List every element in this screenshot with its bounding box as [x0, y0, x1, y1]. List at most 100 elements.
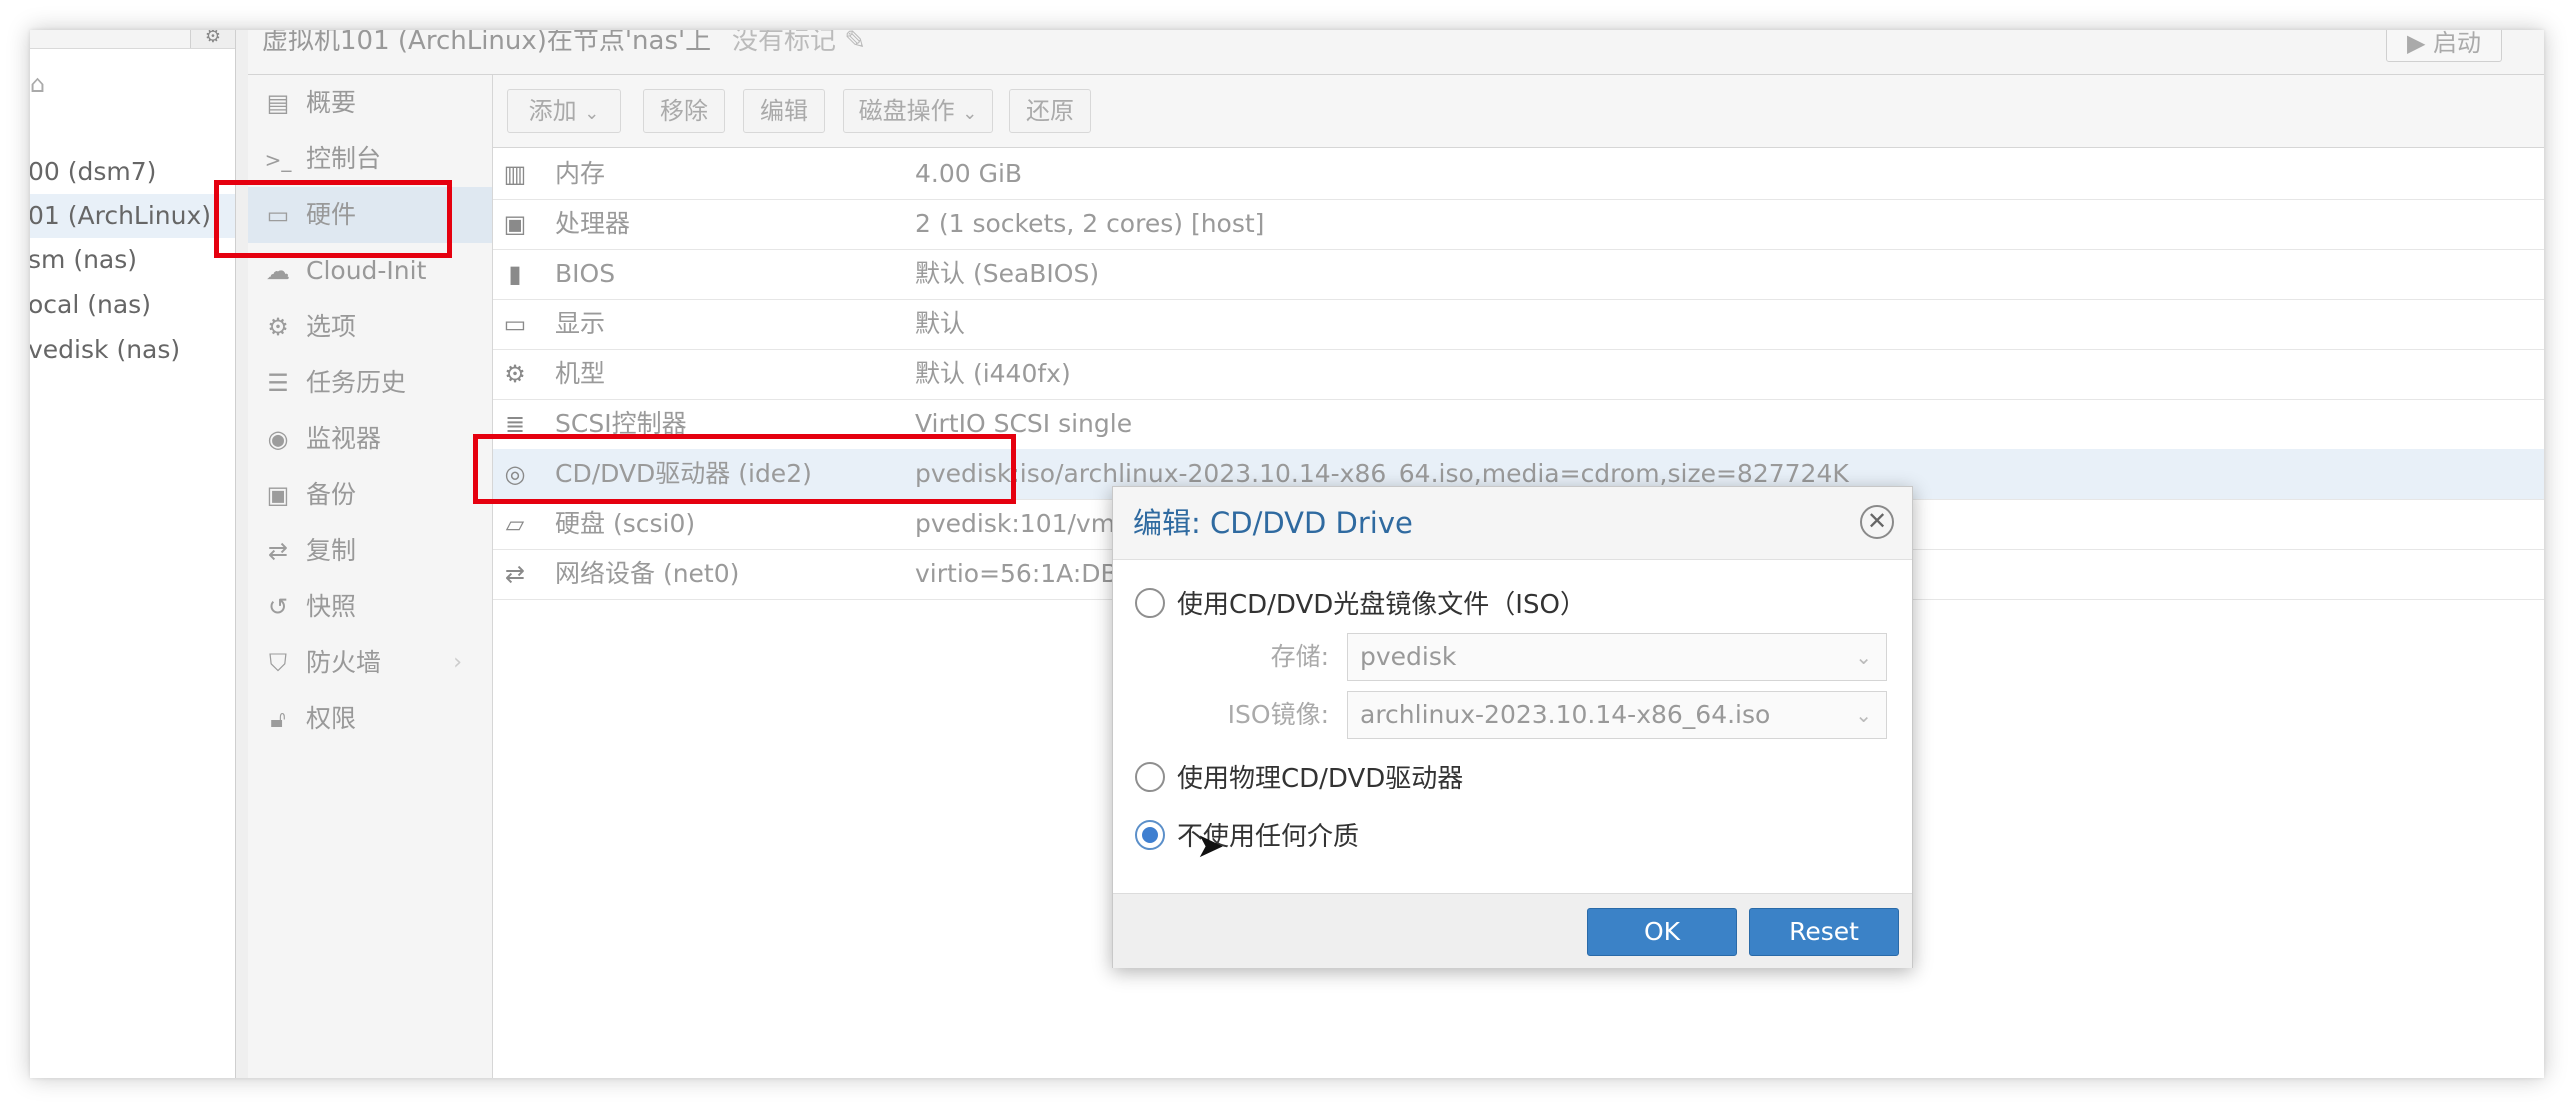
history-icon: ↺	[267, 593, 289, 621]
hw-key: BIOS	[555, 259, 616, 288]
revert-button[interactable]: 还原	[1009, 89, 1091, 133]
nav-item-hardware[interactable]: ▭ 硬件	[248, 187, 492, 243]
hw-row-display[interactable]: ▭ 显示 默认	[493, 299, 2544, 350]
hw-key: 硬盘 (scsi0)	[555, 509, 696, 538]
hw-key: 内存	[555, 159, 606, 188]
splitter[interactable]	[236, 30, 248, 1078]
hw-row-processor[interactable]: ▣ 处理器 2 (1 sockets, 2 cores) [host]	[493, 199, 2544, 250]
exchange-icon: ⇄	[504, 560, 526, 588]
retweet-icon: ⇄	[267, 537, 289, 565]
nav-label: 复制	[306, 536, 357, 565]
tree-item-storage-local[interactable]: ocal (nas)	[30, 283, 235, 327]
nav-item-snapshots[interactable]: ↺ 快照	[248, 579, 492, 635]
microchip-icon: ▮	[508, 260, 522, 288]
option-none-row[interactable]: 不使用任何介质	[1135, 817, 1359, 857]
vm-titlebar: 虚拟机101 (ArchLinux)在节点'nas'上 没有标记 ✎ ▶ 启动	[248, 30, 2544, 75]
nav-label: 概要	[306, 88, 357, 117]
cpu-icon: ▣	[503, 210, 527, 238]
storage-label: 存储:	[1270, 642, 1329, 671]
gear-icon: ⚙	[267, 313, 289, 341]
start-button[interactable]: ▶ 启动	[2386, 30, 2502, 62]
nav-item-replication[interactable]: ⇄ 复制	[248, 523, 492, 579]
hw-key: SCSI控制器	[555, 409, 687, 438]
nav-item-firewall[interactable]: ⛉ 防火墙 ›	[248, 635, 492, 691]
hw-key: 机型	[555, 359, 606, 388]
chevron-down-icon: ⌄	[962, 103, 978, 124]
vm-title: 虚拟机101 (ArchLinux)在节点'nas'上	[262, 30, 712, 56]
add-button[interactable]: 添加 ⌄	[507, 89, 621, 133]
terminal-icon: >_	[264, 148, 292, 172]
nav-item-permissions[interactable]: 🔓︎ 权限	[248, 691, 492, 747]
nav-label: 硬件	[306, 200, 357, 229]
nav-item-options[interactable]: ⚙ 选项	[248, 299, 492, 355]
list-icon: ☰	[267, 369, 289, 397]
chevron-right-icon: ›	[453, 650, 462, 675]
option-iso-label: 使用CD/DVD光盘镜像文件（ISO）	[1177, 590, 1586, 620]
nav-label: Cloud-Init	[306, 256, 427, 285]
nav-label: 监视器	[306, 424, 382, 453]
reset-button[interactable]: Reset	[1749, 908, 1899, 956]
hw-value: 4.00 GiB	[915, 159, 1023, 188]
tree-item-vm100[interactable]: 00 (dsm7)	[30, 150, 235, 194]
hw-value: 默认	[915, 309, 966, 338]
tree-item-vm101[interactable]: 01 (ArchLinux)	[30, 194, 235, 238]
remove-button[interactable]: 移除	[643, 89, 725, 133]
dialog-footer: OK Reset	[1113, 893, 1912, 968]
cloud-icon: ☁	[266, 257, 290, 285]
nav-item-monitor[interactable]: ◉ 监视器	[248, 411, 492, 467]
tree-item-storage-sm[interactable]: sm (nas)	[30, 238, 235, 282]
hw-row-scsi-controller[interactable]: ≣ SCSI控制器 VirtIO SCSI single	[493, 399, 2544, 450]
ok-button[interactable]: OK	[1587, 908, 1737, 956]
unlock-icon: 🔓︎	[270, 705, 286, 733]
desktop-icon: ▭	[503, 310, 527, 338]
hdd-icon: ▱	[505, 510, 525, 538]
hw-value: virtio=56:1A:DB:0	[915, 559, 1142, 588]
floppy-icon: ▣	[266, 481, 290, 509]
hw-key: 处理器	[555, 209, 631, 238]
option-physical-row[interactable]: 使用物理CD/DVD驱动器	[1135, 759, 1463, 799]
hw-key: 网络设备 (net0)	[555, 559, 740, 588]
storage-select[interactable]: pvedisk ⌄	[1347, 633, 1887, 681]
hw-row-bios[interactable]: ▮ BIOS 默认 (SeaBIOS)	[493, 249, 2544, 300]
nav-item-task-history[interactable]: ☰ 任务历史	[248, 355, 492, 411]
nav-label: 快照	[306, 592, 357, 621]
tags-label: 没有标记	[732, 30, 837, 56]
tree-item-storage-pvedisk[interactable]: vedisk (nas)	[30, 328, 235, 372]
hw-value: pvedisk:101/vm-1	[915, 509, 1140, 538]
tree-settings-icon[interactable]: ⚙	[190, 30, 235, 48]
edit-tags-icon[interactable]: ✎	[844, 30, 866, 56]
nav-label: 选项	[306, 312, 357, 341]
chevron-down-icon: ⌄	[584, 103, 600, 124]
radio-none[interactable]	[1135, 819, 1165, 850]
hardware-toolbar: 添加 ⌄ 移除 编辑 磁盘操作 ⌄ 还原	[493, 75, 2544, 148]
hw-row-machine[interactable]: ⚙ 机型 默认 (i440fx)	[493, 349, 2544, 400]
nav-item-backup[interactable]: ▣ 备份	[248, 467, 492, 523]
option-physical-label: 使用物理CD/DVD驱动器	[1177, 764, 1464, 794]
iso-image-value: archlinux-2023.10.14-x86_64.iso	[1360, 700, 1771, 729]
chevron-down-icon: ⌄	[1855, 703, 1872, 727]
hw-value: 默认 (SeaBIOS)	[915, 259, 1100, 288]
radio-iso[interactable]	[1135, 587, 1165, 618]
book-icon: ▤	[266, 89, 290, 117]
shield-icon: ⛉	[269, 649, 287, 677]
resource-tree: ⚙ ⌂ 00 (dsm7) 01 (ArchLinux) sm (nas) oc…	[30, 30, 236, 1078]
hw-key: CD/DVD驱动器 (ide2)	[555, 459, 812, 488]
hw-row-memory[interactable]: ▥ 内存 4.00 GiB	[493, 149, 2544, 200]
nav-label: 任务历史	[306, 368, 407, 397]
hw-value: 2 (1 sockets, 2 cores) [host]	[915, 209, 1265, 238]
tags-area[interactable]: 没有标记 ✎	[732, 30, 866, 57]
disk-action-label: 磁盘操作	[858, 97, 955, 125]
radio-physical[interactable]	[1135, 761, 1165, 792]
nav-item-summary[interactable]: ▤ 概要	[248, 75, 492, 131]
disk-action-button[interactable]: 磁盘操作 ⌄	[843, 89, 993, 133]
edit-button[interactable]: 编辑	[743, 89, 825, 133]
iso-image-select[interactable]: archlinux-2023.10.14-x86_64.iso ⌄	[1347, 691, 1887, 739]
cogs-icon: ⚙	[504, 360, 526, 388]
close-icon[interactable]: ✕	[1860, 505, 1894, 539]
memory-icon: ▥	[503, 160, 527, 188]
nav-label: 防火墙	[306, 648, 382, 677]
monitor-icon: ▭	[266, 201, 290, 229]
nav-item-console[interactable]: >_ 控制台	[248, 131, 492, 187]
option-iso-row[interactable]: 使用CD/DVD光盘镜像文件（ISO）	[1135, 585, 1586, 625]
nav-item-cloud-init[interactable]: ☁ Cloud-Init	[248, 243, 492, 299]
